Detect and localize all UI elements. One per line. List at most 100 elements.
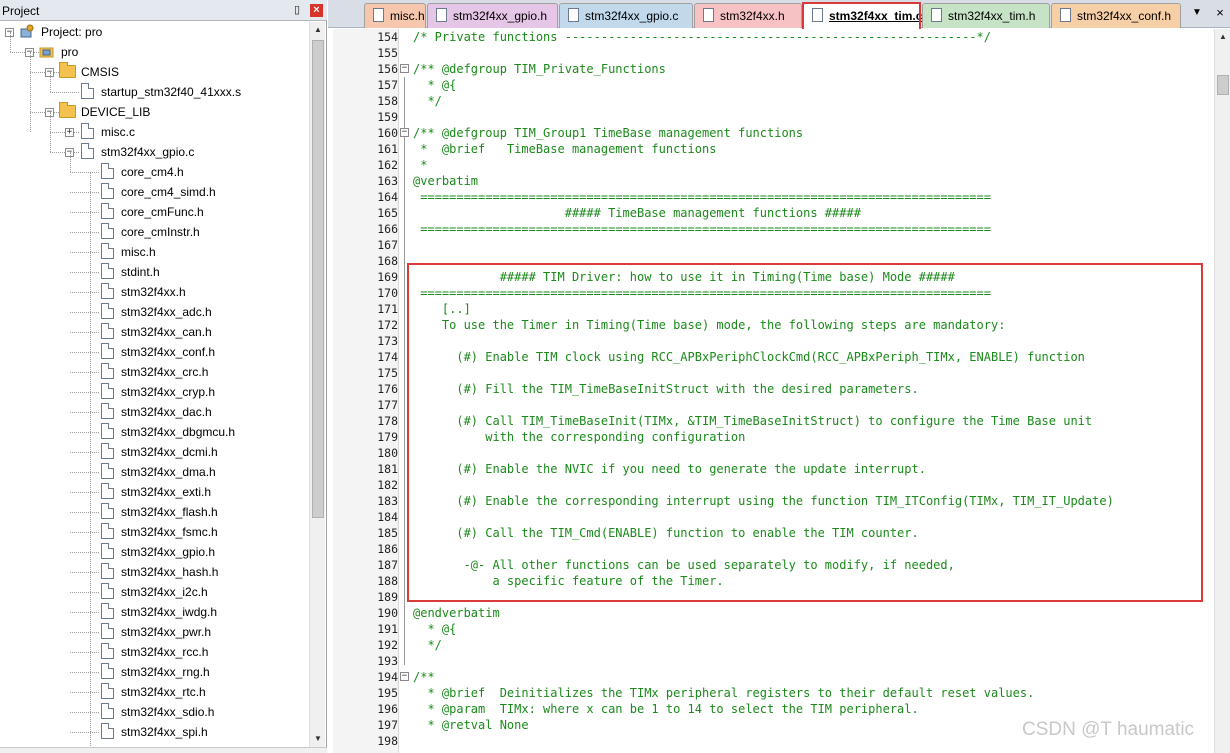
tree-file[interactable]: stm32f4xx_dbgmcu.h — [0, 422, 309, 442]
expand-icon[interactable]: + — [65, 128, 74, 137]
scroll-down-icon[interactable]: ▼ — [310, 731, 326, 747]
code-line[interactable]: [..] — [413, 301, 471, 317]
close-icon[interactable]: × — [310, 4, 323, 17]
file-icon — [373, 8, 384, 22]
code-line[interactable]: ##### TimeBase management functions ####… — [413, 205, 861, 221]
code-line[interactable]: ========================================… — [413, 189, 991, 205]
tree-file[interactable]: stm32f4xx_iwdg.h — [0, 602, 309, 622]
code-line[interactable]: (#) Enable the corresponding interrupt u… — [413, 493, 1113, 509]
scroll-up-icon[interactable]: ▲ — [1215, 29, 1230, 45]
tree-file[interactable]: stdint.h — [0, 262, 309, 282]
code-line[interactable]: with the corresponding configuration — [413, 429, 745, 445]
tree-node[interactable]: − Project: pro — [0, 22, 309, 42]
file-icon — [101, 603, 114, 619]
editor-scrollbar[interactable]: ▲ — [1214, 29, 1230, 753]
code-line[interactable]: /* Private functions -------------------… — [413, 29, 991, 45]
tree-file[interactable]: core_cm4.h — [0, 162, 309, 182]
tab-misc-h[interactable]: misc.h — [364, 3, 426, 28]
code-line[interactable]: ========================================… — [413, 221, 991, 237]
code-line[interactable]: @verbatim — [413, 173, 478, 189]
tree-file[interactable]: stm32f4xx_exti.h — [0, 482, 309, 502]
code-line[interactable]: ========================================… — [413, 285, 991, 301]
tree-file[interactable]: stm32f4xx_dcmi.h — [0, 442, 309, 462]
tab-stm32f4xx-h[interactable]: stm32f4xx.h — [694, 3, 802, 28]
tree-file[interactable]: stm32f4xx_rng.h — [0, 662, 309, 682]
tree-file[interactable]: stm32f4xx_dac.h — [0, 402, 309, 422]
code-line[interactable]: /** @defgroup TIM_Private_Functions — [413, 61, 666, 77]
tree-file[interactable]: stm32f4xx_gpio.h — [0, 542, 309, 562]
pin-icon[interactable]: ▯ — [291, 4, 303, 17]
tree-file[interactable]: core_cmFunc.h — [0, 202, 309, 222]
code-line[interactable]: (#) Enable TIM clock using RCC_APBxPerip… — [413, 349, 1085, 365]
code-line[interactable]: * @retval None — [413, 717, 528, 733]
code-line[interactable]: (#) Fill the TIM_TimeBaseInitStruct with… — [413, 381, 918, 397]
code-line[interactable]: (#) Enable the NVIC if you need to gener… — [413, 461, 926, 477]
tree-file[interactable]: stm32f4xx_rcc.h — [0, 642, 309, 662]
project-tree: − Project: pro − pro − CMSIS startup_stm32f40_… — [0, 22, 309, 747]
tree-file[interactable]: core_cmInstr.h — [0, 222, 309, 242]
code-line[interactable]: To use the Timer in Timing(Time base) mo… — [413, 317, 1006, 333]
tree-file[interactable]: − stm32f4xx_gpio.c — [0, 142, 309, 162]
tree-file[interactable]: + misc.c — [0, 122, 309, 142]
code-line[interactable]: * @brief TimeBase management functions — [413, 141, 716, 157]
tree-item-label: Project: pro — [41, 25, 103, 39]
tab-stm32f4xx-tim-h[interactable]: stm32f4xx_tim.h — [922, 3, 1050, 28]
dropdown-icon[interactable]: ▼ — [1190, 4, 1204, 22]
tree-file[interactable]: stm32f4xx_spi.h — [0, 722, 309, 742]
tree-file[interactable]: stm32f4xx_can.h — [0, 322, 309, 342]
tree-node[interactable]: − pro — [0, 42, 309, 62]
scroll-up-icon[interactable]: ▲ — [310, 22, 326, 38]
code-line[interactable]: @endverbatim — [413, 605, 500, 621]
tab-stm32f4xx-conf-h[interactable]: stm32f4xx_conf.h — [1051, 3, 1181, 28]
code-line[interactable]: a specific feature of the Timer. — [413, 573, 723, 589]
scroll-thumb[interactable] — [312, 40, 324, 518]
tab-label: stm32f4xx_tim.c — [829, 9, 923, 23]
code-line[interactable]: /** @defgroup TIM_Group1 TimeBase manage… — [413, 125, 803, 141]
code-line[interactable]: * — [413, 157, 427, 173]
code-line[interactable]: * @{ — [413, 621, 456, 637]
project-scrollbar[interactable]: ▲ ▼ — [309, 22, 325, 747]
tree-folder[interactable]: − CMSIS — [0, 62, 309, 82]
code-editor[interactable]: 154 155 156 157 158 159 160 161 162 163 164 165 166 1… — [333, 29, 1214, 753]
tab-stm32f4xx-gpio-c[interactable]: stm32f4xx_gpio.c — [559, 3, 693, 28]
tab-stm32f4xx-gpio-h[interactable]: stm32f4xx_gpio.h — [427, 3, 558, 28]
code-line[interactable]: -@- All other functions can be used sepa… — [413, 557, 955, 573]
tree-file[interactable]: stm32f4xx.h — [0, 282, 309, 302]
code-line[interactable]: */ — [413, 637, 441, 653]
code-line[interactable]: (#) Call TIM_TimeBaseInit(TIMx, &TIM_Tim… — [413, 413, 1092, 429]
code-line[interactable]: * @param TIMx: where x can be 1 to 14 to… — [413, 701, 918, 717]
tree-file[interactable]: stm32f4xx_i2c.h — [0, 582, 309, 602]
code-line[interactable]: ##### TIM Driver: how to use it in Timin… — [413, 269, 955, 285]
code-line[interactable]: * @brief Deinitializes the TIMx peripher… — [413, 685, 1034, 701]
close-icon[interactable]: × — [1213, 4, 1227, 22]
tree-file[interactable]: stm32f4xx_adc.h — [0, 302, 309, 322]
fold-toggle-icon[interactable]: − — [400, 64, 409, 73]
tree-file[interactable]: stm32f4xx_crc.h — [0, 362, 309, 382]
tree-file[interactable]: stm32f4xx_pwr.h — [0, 622, 309, 642]
tab-stm32f4xx-tim-c[interactable]: stm32f4xx_tim.c — [803, 3, 923, 28]
code-line[interactable]: (#) Call the TIM_Cmd(ENABLE) function to… — [413, 525, 918, 541]
tree-file[interactable]: stm32f4xx_conf.h — [0, 342, 309, 362]
code-line[interactable]: * @{ — [413, 77, 456, 93]
fold-toggle-icon[interactable]: − — [400, 672, 409, 681]
tree-file[interactable]: misc.h — [0, 242, 309, 262]
scroll-thumb[interactable] — [1217, 75, 1229, 95]
line-number: 159 — [377, 110, 398, 124]
tree-file[interactable]: stm32f4xx_dma.h — [0, 462, 309, 482]
tree-file[interactable]: stm32f4xx_fsmc.h — [0, 522, 309, 542]
tree-file[interactable]: core_cm4_simd.h — [0, 182, 309, 202]
tree-file[interactable]: stm32f4xx_cryp.h — [0, 382, 309, 402]
tree-file[interactable]: stm32f4xx_flash.h — [0, 502, 309, 522]
tree-folder[interactable]: − DEVICE_LIB — [0, 102, 309, 122]
code-line[interactable]: */ — [413, 93, 441, 109]
tree-item-label: CMSIS — [81, 65, 120, 79]
tree-file[interactable]: stm32f4xx_rtc.h — [0, 682, 309, 702]
tree-file[interactable]: stm32f4xx_hash.h — [0, 562, 309, 582]
fold-toggle-icon[interactable]: − — [400, 128, 409, 137]
tree-item-label: stm32f4xx_gpio.c — [101, 145, 195, 159]
code-line[interactable]: /** — [413, 669, 435, 685]
tree-file[interactable]: stm32f4xx_sdio.h — [0, 702, 309, 722]
watermark: CSDN @T haumatic — [1022, 719, 1195, 740]
tree-file[interactable]: startup_stm32f40_41xxx.s — [0, 82, 309, 102]
line-number: 155 — [377, 46, 398, 60]
